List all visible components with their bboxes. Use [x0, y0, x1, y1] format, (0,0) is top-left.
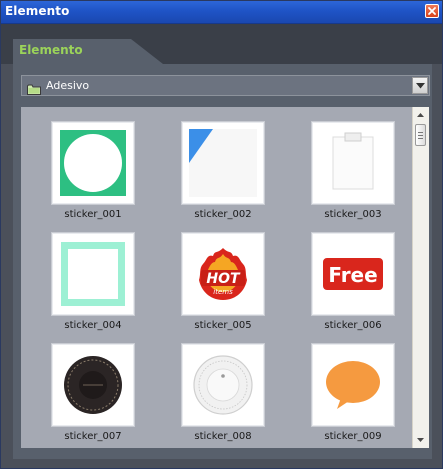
- sticker-thumbnail[interactable]: [51, 121, 135, 205]
- category-value: Adesivo: [46, 79, 90, 92]
- sticker-thumbnail[interactable]: Free: [311, 232, 395, 316]
- silver-seal-badge-icon: [193, 355, 253, 415]
- sticker-label: sticker_008: [194, 431, 252, 442]
- sticker-label: sticker_003: [324, 209, 382, 220]
- sticker-label: sticker_005: [194, 320, 252, 331]
- sticker-thumbnail[interactable]: [51, 343, 135, 427]
- sticker-item-003[interactable]: sticker_003: [311, 121, 395, 227]
- mint-square-frame-icon: [61, 242, 125, 306]
- hot-text: HOT: [206, 271, 241, 287]
- sticker-thumbnail[interactable]: [181, 121, 265, 205]
- hot-subtext: items: [213, 288, 233, 296]
- sticker-item-006[interactable]: Free sticker_006: [311, 232, 395, 338]
- sticker-label: sticker_007: [64, 431, 122, 442]
- free-text: Free: [328, 263, 377, 287]
- sticker-item-007[interactable]: sticker_007: [51, 343, 135, 448]
- title-bar: Elemento: [1, 1, 442, 24]
- tab-strip: Elemento: [1, 24, 442, 64]
- hot-badge-icon: HOT items: [199, 248, 247, 300]
- scroll-thumb[interactable]: [415, 124, 426, 146]
- scroll-up-button[interactable]: [413, 107, 429, 123]
- sticker-label: sticker_001: [64, 209, 122, 220]
- vertical-scrollbar[interactable]: [412, 107, 429, 448]
- tape-note-icon: [332, 132, 374, 190]
- category-dropdown[interactable]: Adesivo: [21, 75, 430, 96]
- chevron-down-icon: [416, 83, 425, 89]
- sticker-item-009[interactable]: sticker_009: [311, 343, 395, 448]
- close-button[interactable]: [425, 4, 439, 18]
- sticker-label: sticker_009: [324, 431, 382, 442]
- element-window: Elemento Elemento Adesivo sticker_001 st…: [0, 0, 443, 469]
- blue-corner-triangle-icon: [189, 129, 257, 197]
- dark-seal-badge-icon: [64, 356, 122, 414]
- scroll-down-button[interactable]: [413, 432, 429, 448]
- window-title: Elemento: [5, 4, 70, 18]
- sticker-item-001[interactable]: sticker_001: [51, 121, 135, 227]
- tab-label: Elemento: [19, 43, 83, 57]
- sticker-thumbnail[interactable]: [311, 121, 395, 205]
- speech-bubble-icon: [326, 361, 380, 409]
- sticker-item-005[interactable]: HOT items sticker_005: [181, 232, 265, 338]
- sticker-thumbnail[interactable]: [51, 232, 135, 316]
- chevron-up-icon: [417, 113, 424, 117]
- sticker-label: sticker_002: [194, 209, 252, 220]
- sticker-thumbnail[interactable]: HOT items: [181, 232, 265, 316]
- folder-icon: [27, 80, 41, 99]
- sticker-grid: sticker_001 sticker_002 sticker_003 stic…: [21, 107, 412, 448]
- sticker-label: sticker_004: [64, 320, 122, 331]
- chevron-down-icon: [417, 438, 424, 442]
- sticker-thumbnail[interactable]: [311, 343, 395, 427]
- sticker-item-002[interactable]: sticker_002: [181, 121, 265, 227]
- sticker-item-004[interactable]: sticker_004: [51, 232, 135, 338]
- sticker-thumbnail[interactable]: [181, 343, 265, 427]
- free-badge-icon: Free: [323, 258, 383, 290]
- close-icon: [428, 7, 436, 15]
- dropdown-arrow-button[interactable]: [412, 77, 428, 94]
- sticker-item-008[interactable]: sticker_008: [181, 343, 265, 448]
- green-circle-frame-icon: [60, 130, 126, 196]
- sticker-label: sticker_006: [324, 320, 382, 331]
